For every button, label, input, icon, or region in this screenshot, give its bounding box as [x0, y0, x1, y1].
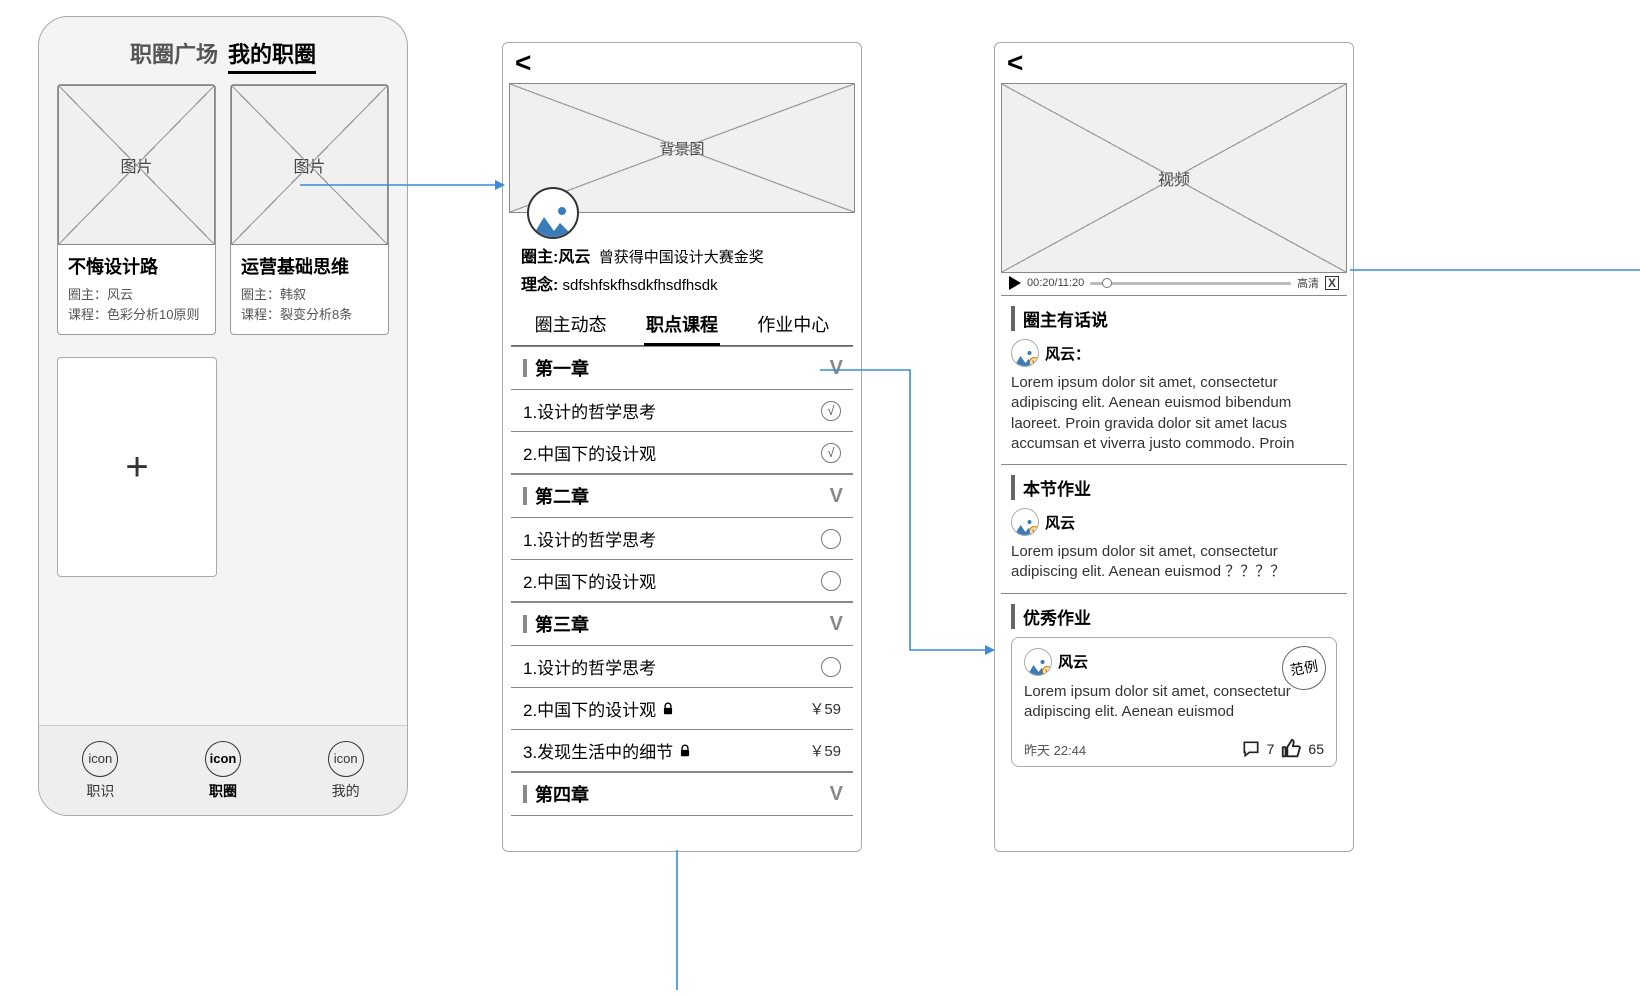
quality-label[interactable]: 高清 — [1297, 275, 1319, 291]
card-title: 不悔设计路 — [68, 253, 205, 279]
lesson-price: ￥59 — [809, 698, 841, 719]
excellent-card[interactable]: 范例 v 风云 Lorem ipsum dolor sit amet, cons… — [1011, 637, 1337, 768]
mini-avatar-icon: v — [1011, 508, 1039, 536]
card-meta: 圈主：风云 课程：色彩分析10原则 — [68, 285, 205, 324]
author-line: v 风云： — [1011, 339, 1337, 367]
excellent-footer: 昨天 22:44 7 65 — [1024, 738, 1324, 760]
tab-icon: icon — [82, 741, 118, 777]
tab-circle[interactable]: icon 职圈 — [205, 741, 241, 801]
chapter-header[interactable]: 第二章V — [511, 474, 853, 518]
card-meta: 圈主：韩叙 课程：裂变分析8条 — [241, 285, 378, 324]
excellent-body: Lorem ipsum dolor sit amet, consectetur … — [1024, 682, 1324, 723]
circle-card[interactable]: 图片 不悔设计路 圈主：风云 课程：色彩分析10原则 — [57, 84, 216, 335]
lesson-row[interactable]: 1.设计的哲学思考 √ — [511, 390, 853, 432]
owner-avatar[interactable] — [527, 187, 579, 239]
tab-knowledge[interactable]: icon 职识 — [82, 741, 118, 801]
bottom-tabbar: icon 职识 icon 职圈 icon 我的 — [39, 725, 407, 815]
detail-tabs: 圈主动态 职点课程 作业中心 — [511, 301, 853, 346]
video-placeholder[interactable]: 视频 — [1001, 83, 1347, 273]
section-owner-talk: 圈主有话说 v 风云： Lorem ipsum dolor sit amet, … — [1001, 296, 1347, 465]
comment-icon[interactable] — [1241, 739, 1261, 759]
mini-avatar-icon: v — [1011, 339, 1039, 367]
circle-card[interactable]: 图片 运营基础思维 圈主：韩叙 课程：裂变分析8条 — [230, 84, 389, 335]
flow-arrow — [820, 360, 1000, 660]
screen-lesson-detail: < 视频 00:20/11:20 高清 X 圈主有话说 v 风云： Lorem … — [994, 42, 1354, 852]
card-image-placeholder: 图片 — [231, 85, 388, 245]
tab-course[interactable]: 职点课程 — [644, 307, 720, 346]
flow-line — [1350, 260, 1640, 280]
author-line: v 风云 — [1024, 648, 1324, 676]
section-title: 优秀作业 — [1011, 604, 1337, 629]
talk-body: Lorem ipsum dolor sit amet, consectetur … — [1011, 373, 1337, 454]
comment-count: 7 — [1267, 741, 1275, 757]
tab-plaza[interactable]: 职圈广场 — [130, 37, 218, 74]
lesson-row[interactable]: 1.设计的哲学思考 — [511, 518, 853, 560]
section-title: 圈主有话说 — [1011, 306, 1337, 331]
progress-slider[interactable] — [1090, 282, 1291, 285]
flow-line — [662, 850, 692, 990]
play-icon[interactable] — [1009, 276, 1021, 290]
lesson-price: ￥59 — [809, 740, 841, 761]
screen-circle-detail: < 背景图 圈主:风云 曾获得中国设计大赛金奖 理念: sdfshfskfhsd… — [502, 42, 862, 852]
flow-arrow — [300, 170, 510, 200]
author-line: v 风云 — [1011, 508, 1337, 536]
video-playbar: 00:20/11:20 高清 X — [1001, 273, 1347, 296]
tab-icon: icon — [205, 741, 241, 777]
tab-homework[interactable]: 作业中心 — [755, 307, 831, 345]
tab-icon: icon — [328, 741, 364, 777]
post-time: 昨天 22:44 — [1024, 740, 1086, 759]
card-title: 运营基础思维 — [241, 253, 378, 279]
chapter-header[interactable]: 第四章V — [511, 772, 853, 816]
like-icon[interactable] — [1280, 738, 1302, 760]
tab-feed[interactable]: 圈主动态 — [533, 307, 609, 345]
section-excellent: 优秀作业 范例 v 风云 Lorem ipsum dolor sit amet,… — [1001, 594, 1347, 778]
lesson-row[interactable]: 1.设计的哲学思考 — [511, 646, 853, 688]
lesson-row[interactable]: 2.中国下的设计观 ￥59 — [511, 688, 853, 730]
tab-mine[interactable]: icon 我的 — [328, 741, 364, 801]
chapter-header[interactable]: 第一章V — [511, 346, 853, 390]
section-title: 本节作业 — [1011, 475, 1337, 500]
lesson-row[interactable]: 3.发现生活中的细节 ￥59 — [511, 730, 853, 772]
add-circle-button[interactable]: + — [57, 357, 217, 577]
circle-cards-row: 图片 不悔设计路 圈主：风云 课程：色彩分析10原则 图片 运营基础思维 圈主：… — [39, 84, 407, 335]
like-count: 65 — [1308, 741, 1324, 757]
section-homework: 本节作业 v 风云 Lorem ipsum dolor sit amet, co… — [1001, 465, 1347, 594]
back-button[interactable]: < — [503, 43, 543, 83]
chevron-down-icon: V — [830, 783, 841, 806]
card-image-placeholder: 图片 — [58, 85, 215, 245]
lesson-row[interactable]: 2.中国下的设计观 √ — [511, 432, 853, 474]
avatar-icon — [532, 205, 574, 237]
play-time: 00:20/11:20 — [1027, 277, 1084, 289]
close-video-button[interactable]: X — [1325, 276, 1339, 290]
top-tabs: 职圈广场 我的职圈 — [39, 17, 407, 84]
chapter-header[interactable]: 第三章V — [511, 602, 853, 646]
lock-icon — [661, 702, 675, 716]
owner-info: 圈主:风云 曾获得中国设计大赛金奖 理念: sdfshfskfhsdkfhsdf… — [503, 239, 861, 301]
lock-icon — [678, 744, 692, 758]
tab-my-circles[interactable]: 我的职圈 — [228, 37, 316, 74]
mini-avatar-icon: v — [1024, 648, 1052, 676]
screen-circle-list: 职圈广场 我的职圈 图片 不悔设计路 圈主：风云 课程：色彩分析10原则 图片 … — [38, 16, 408, 816]
homework-body: Lorem ipsum dolor sit amet, consectetur … — [1011, 542, 1337, 583]
back-button[interactable]: < — [995, 43, 1035, 83]
lesson-row[interactable]: 2.中国下的设计观 — [511, 560, 853, 602]
